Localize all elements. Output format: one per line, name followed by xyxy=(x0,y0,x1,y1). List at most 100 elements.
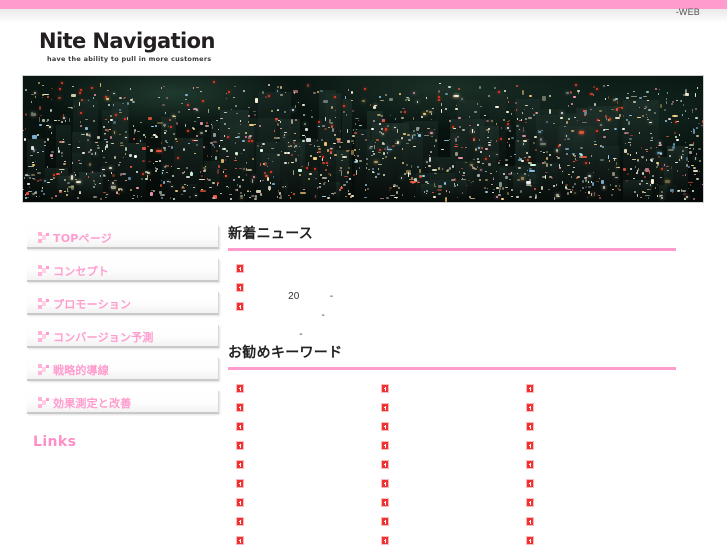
banner-window-light xyxy=(276,109,279,111)
banner-window-light xyxy=(384,93,387,96)
banner-window-light xyxy=(676,138,679,142)
banner-window-light xyxy=(437,167,441,170)
banner-window-light xyxy=(380,197,384,200)
banner-window-light xyxy=(297,101,300,104)
banner-window-light xyxy=(353,142,355,144)
banner-window-light xyxy=(212,141,217,144)
banner-window-light xyxy=(320,138,323,141)
banner-window-light xyxy=(641,179,643,182)
keyword-item[interactable] xyxy=(373,479,513,498)
banner-window-light xyxy=(444,107,447,110)
banner-beacon-light xyxy=(384,128,387,131)
red-square-bullet-icon xyxy=(526,498,534,507)
banner-window-light xyxy=(566,120,568,124)
banner-window-light xyxy=(378,96,381,99)
banner-window-light xyxy=(371,150,374,153)
keyword-item[interactable] xyxy=(228,384,368,403)
banner-window-light xyxy=(694,107,698,110)
banner-window-light xyxy=(254,195,257,198)
banner-window-light xyxy=(663,164,666,166)
keyword-item[interactable] xyxy=(228,460,368,479)
sidebar-item-top-page[interactable]: TOPページ xyxy=(27,226,219,249)
banner-window-light xyxy=(273,136,276,139)
banner-window-light xyxy=(416,101,418,103)
banner-window-light xyxy=(402,107,405,109)
keyword-item[interactable] xyxy=(228,441,368,460)
site-logo[interactable]: Nite Navigation have the ability to pull… xyxy=(39,30,339,63)
keyword-item[interactable] xyxy=(518,460,658,479)
keyword-item[interactable] xyxy=(373,403,513,422)
keyword-item[interactable] xyxy=(518,536,658,555)
news-list-item[interactable]: - xyxy=(228,283,676,321)
keyword-item[interactable] xyxy=(518,422,658,441)
banner-window-light xyxy=(25,173,28,176)
banner-window-light xyxy=(30,112,36,117)
banner-window-light xyxy=(32,192,36,196)
red-square-bullet-icon xyxy=(381,479,389,488)
banner-window-light xyxy=(462,129,465,132)
sidebar-item-promotion[interactable]: プロモーション xyxy=(27,292,219,315)
banner-window-light xyxy=(212,196,215,199)
banner-window-light xyxy=(109,136,112,140)
keyword-item[interactable] xyxy=(518,441,658,460)
banner-window-light xyxy=(225,186,229,187)
banner-window-light xyxy=(283,134,285,137)
banner-beacon-light xyxy=(575,83,578,86)
banner-window-light xyxy=(34,190,37,193)
banner-window-light xyxy=(559,116,563,119)
banner-window-light xyxy=(488,144,491,146)
banner-window-light xyxy=(448,167,452,170)
sidebar-item-measurement-improvement[interactable]: 効果測定と改善 xyxy=(27,391,219,414)
banner-window-light xyxy=(347,140,350,143)
banner-window-light xyxy=(668,148,674,151)
banner-window-light xyxy=(649,147,652,149)
banner-window-light xyxy=(58,191,62,193)
keyword-item[interactable] xyxy=(228,517,368,536)
banner-window-light xyxy=(211,182,215,184)
banner-window-light xyxy=(454,178,456,181)
news-list-item[interactable]: - xyxy=(228,302,676,340)
banner-window-light xyxy=(570,176,572,178)
banner-window-light xyxy=(64,120,66,123)
banner-window-light xyxy=(507,142,509,144)
keyword-item[interactable] xyxy=(518,517,658,536)
keyword-item[interactable] xyxy=(518,479,658,498)
keyword-item[interactable] xyxy=(373,460,513,479)
banner-window-light xyxy=(519,189,522,194)
banner-window-light xyxy=(639,96,642,99)
keyword-item[interactable] xyxy=(228,498,368,517)
sidebar-item-conversion-forecast[interactable]: コンバージョン予測 xyxy=(27,325,219,348)
keyword-item[interactable] xyxy=(373,441,513,460)
keyword-item[interactable] xyxy=(228,403,368,422)
banner-window-light xyxy=(345,180,348,183)
keyword-item[interactable] xyxy=(518,403,658,422)
banner-window-light xyxy=(81,151,85,154)
banner-window-light xyxy=(265,95,268,98)
keyword-item[interactable] xyxy=(518,498,658,517)
banner-window-light xyxy=(139,139,142,143)
red-square-bullet-icon xyxy=(381,498,389,507)
banner-window-light xyxy=(535,193,537,199)
banner-window-light xyxy=(314,177,318,179)
banner-window-light xyxy=(119,173,123,176)
keyword-item[interactable] xyxy=(373,422,513,441)
banner-window-light xyxy=(206,155,209,158)
keyword-item[interactable] xyxy=(373,384,513,403)
banner-window-light xyxy=(688,165,690,168)
keyword-item[interactable] xyxy=(228,479,368,498)
sidebar-item-strategic-flow[interactable]: 戦略的導線 xyxy=(27,358,219,381)
keyword-item[interactable] xyxy=(228,422,368,441)
banner-beacon-light xyxy=(585,161,587,164)
sidebar-item-concept[interactable]: コンセプト xyxy=(27,259,219,282)
banner-window-light xyxy=(498,181,503,187)
keyword-item[interactable] xyxy=(518,384,658,403)
red-square-bullet-icon xyxy=(526,479,534,488)
banner-window-light xyxy=(181,102,183,105)
keyword-item[interactable] xyxy=(373,498,513,517)
banner-window-light xyxy=(50,132,53,134)
keyword-item[interactable] xyxy=(228,536,368,555)
news-list-item[interactable]: 20 - xyxy=(228,264,676,302)
keyword-item[interactable] xyxy=(373,536,513,555)
keyword-item[interactable] xyxy=(373,517,513,536)
banner-beacon-light xyxy=(90,86,93,89)
